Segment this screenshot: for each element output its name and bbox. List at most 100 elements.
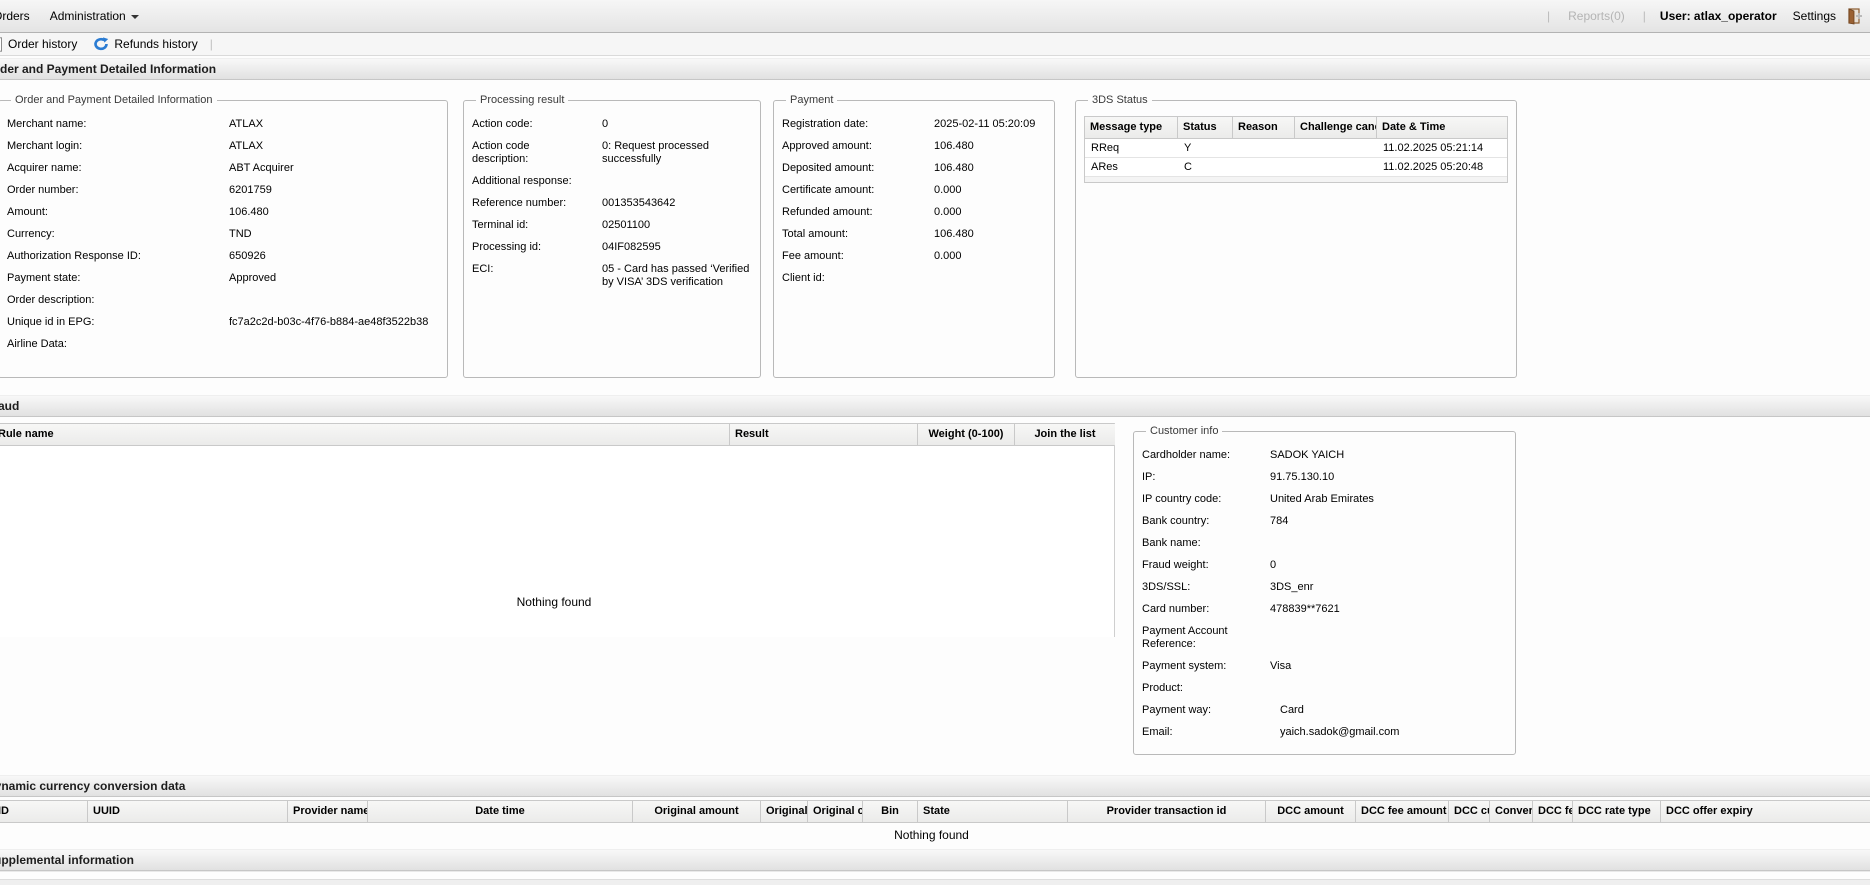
empty-message: Nothing found: [0, 823, 1870, 849]
menu-orders[interactable]: Orders: [0, 9, 40, 23]
field-label: Additional response:: [472, 175, 582, 188]
field-label: Merchant login:: [7, 140, 229, 153]
fieldset-legend: Payment: [786, 94, 837, 106]
cell-date-time: 11.02.2025 05:20:48: [1377, 158, 1507, 176]
cell-reason: [1233, 139, 1295, 157]
fraud-table: Rule name Result Weight (0-100) Join the…: [0, 423, 1115, 637]
field-label: Order number:: [7, 184, 229, 197]
field-label: 3DS/SSL:: [1142, 581, 1270, 594]
field-label: Processing id:: [472, 241, 582, 254]
fieldset-legend: Customer info: [1146, 425, 1222, 437]
threeds-table-header: Message type Status Reason Challenge can…: [1085, 117, 1507, 139]
field-row: Registration date: 2025-02-11 05:20:09: [782, 118, 1046, 131]
divider: |: [1539, 9, 1558, 23]
field-label: Cardholder name:: [1142, 449, 1270, 462]
field-row: Payment system: Visa: [1142, 660, 1507, 673]
field-row: Payment state: Approved: [7, 272, 439, 285]
field-label: Action code description:: [472, 140, 582, 166]
menu-settings[interactable]: Settings: [1783, 9, 1846, 23]
field-value: fc7a2c2d-b03c-4f76-b884-ae48f3522b38: [229, 316, 439, 329]
field-label: Order description:: [7, 294, 229, 307]
column-header: Bin: [863, 801, 918, 822]
column-header: Rule name: [0, 424, 730, 445]
fieldset-legend: Order and Payment Detailed Information: [11, 94, 217, 106]
field-row: 3DS/SSL: 3DS_enr: [1142, 581, 1507, 594]
field-row: Processing id: 04IF082595: [472, 241, 752, 254]
field-value: [1270, 682, 1507, 695]
field-row: Deposited amount: 106.480: [782, 162, 1046, 175]
field-value: 0.000: [934, 206, 1046, 219]
column-header: Date time: [368, 801, 633, 822]
menu-administration-label: Administration: [50, 9, 126, 23]
logout-button[interactable]: [1846, 7, 1864, 25]
field-label: Merchant name:: [7, 118, 229, 131]
field-label: Bank name:: [1142, 537, 1270, 550]
threeds-table: Message type Status Reason Challenge can…: [1084, 116, 1508, 183]
field-label: Payment state:: [7, 272, 229, 285]
field-label: Currency:: [7, 228, 229, 241]
customer-info-fields: Cardholder name: SADOK YAICH IP: 91.75.1…: [1142, 449, 1507, 739]
column-header: DCC fee: [1533, 801, 1573, 822]
field-row: Reference number: 001353543642: [472, 197, 752, 210]
cell-challenge-cancel: [1295, 139, 1377, 157]
tool-bar: Order history Refunds history |: [0, 33, 1870, 56]
fraud-area: Rule name Result Weight (0-100) Join the…: [0, 417, 1870, 775]
field-row: Action code: 0: [472, 118, 752, 131]
column-header: Message type: [1085, 117, 1178, 138]
field-label: IP:: [1142, 471, 1270, 484]
field-label: Card number:: [1142, 603, 1270, 616]
field-value: ABT Acquirer: [229, 162, 439, 175]
column-header: UUID: [88, 801, 288, 822]
field-label: Certificate amount:: [782, 184, 934, 197]
field-label: Product:: [1142, 682, 1270, 695]
processing-result-fields: Action code: 0 Action code description: …: [472, 118, 752, 289]
menu-reports[interactable]: Reports(0): [1558, 9, 1635, 23]
field-row: Total amount: 106.480: [782, 228, 1046, 241]
section-title: Fraud: [0, 396, 19, 417]
field-row: Bank name:: [1142, 537, 1507, 550]
column-header: ID: [0, 801, 88, 822]
fraud-table-header: Rule name Result Weight (0-100) Join the…: [0, 423, 1114, 446]
column-header: Original f: [761, 801, 808, 822]
field-value: 106.480: [934, 162, 1046, 175]
divider: |: [206, 37, 217, 51]
threeds-status-fieldset: 3DS Status Message type Status Reason Ch…: [1075, 94, 1517, 378]
table-row: ARes C 11.02.2025 05:20:48: [1085, 158, 1507, 177]
field-value: 784: [1270, 515, 1507, 528]
tab-refunds-history[interactable]: Refunds history: [85, 37, 205, 51]
field-label: Airline Data:: [7, 338, 229, 351]
section-title: Supplemental information: [0, 850, 134, 871]
column-header: Challenge cancel: [1295, 117, 1377, 138]
field-row: Merchant login: ATLAX: [7, 140, 439, 153]
field-value: 04IF082595: [602, 241, 752, 254]
section-title: Dynamic currency conversion data: [0, 776, 185, 797]
chevron-down-icon: [131, 15, 139, 19]
tab-order-history[interactable]: Order history: [0, 37, 85, 52]
threeds-table-body: RReq Y 11.02.2025 05:21:14 ARes C: [1085, 139, 1507, 177]
field-label: IP country code:: [1142, 493, 1270, 506]
customer-info-fieldset: Customer info Cardholder name: SADOK YAI…: [1133, 425, 1516, 755]
field-label: Authorization Response ID:: [7, 250, 229, 263]
field-row: Acquirer name: ABT Acquirer: [7, 162, 439, 175]
payment-fieldset: Payment Registration date: 2025-02-11 05…: [773, 94, 1055, 378]
section-dcc: Dynamic currency conversion data: [0, 775, 1870, 797]
document-icon: [0, 37, 3, 52]
field-row: Merchant name: ATLAX: [7, 118, 439, 131]
field-value: 106.480: [229, 206, 439, 219]
field-label: Payment Account Reference:: [1142, 625, 1270, 651]
field-row: Approved amount: 106.480: [782, 140, 1046, 153]
menu-administration[interactable]: Administration: [40, 9, 149, 23]
cell-status: Y: [1178, 139, 1233, 157]
field-row: Certificate amount: 0.000: [782, 184, 1046, 197]
field-row: Order number: 6201759: [7, 184, 439, 197]
field-label: Deposited amount:: [782, 162, 934, 175]
divider: |: [1635, 9, 1654, 23]
field-value: ATLAX: [229, 118, 439, 131]
column-header: Conversi: [1490, 801, 1533, 822]
field-value: United Arab Emirates: [1270, 493, 1507, 506]
field-row: IP: 91.75.130.10: [1142, 471, 1507, 484]
processing-result-fieldset: Processing result Action code: 0 Action …: [463, 94, 761, 378]
field-label: Email:: [1142, 726, 1270, 739]
dcc-table-header: ID UUID Provider name Date time Original…: [0, 800, 1870, 823]
field-row: Additional response:: [472, 175, 752, 188]
